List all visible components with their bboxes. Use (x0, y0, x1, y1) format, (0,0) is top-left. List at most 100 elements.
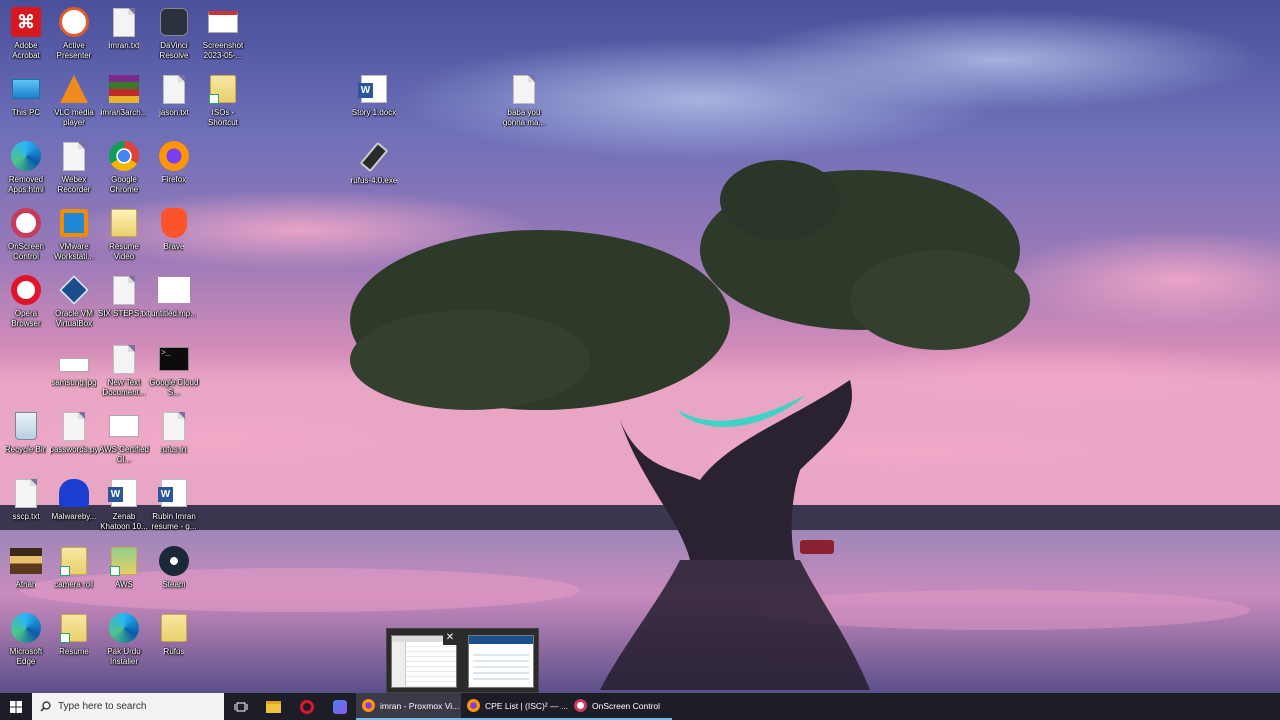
desktop-icon-removed-apps[interactable]: Removed Apps.html (0, 140, 52, 194)
desktop-icon-brave[interactable]: Brave (148, 207, 200, 252)
desktop-icon-rufus-exe[interactable]: rufus-4.0.exe (348, 141, 400, 186)
chrome-icon (108, 140, 140, 172)
firefox-icon (362, 699, 375, 712)
desktop-icon-sscp-txt[interactable]: sscp.txt (0, 477, 52, 522)
davinci-resolve-icon (158, 6, 190, 38)
desktop-icon-aws[interactable]: AWS (98, 545, 150, 590)
desktop-icon-label: Opera Browser (11, 309, 41, 328)
taskbar: Type here to search imran - Proxmox Vi..… (0, 693, 1280, 720)
desktop-icon-rufus-ini[interactable]: rufus.ini (148, 410, 200, 455)
desktop-icon-label: Adobe Acrobat (12, 41, 40, 60)
desktop-icon-vlc[interactable]: VLC media player (48, 73, 100, 127)
opera-taskbar-button[interactable] (290, 693, 323, 720)
desktop-icon-jason-txt[interactable]: jason.txt (148, 73, 200, 118)
desktop-icon-resume-video[interactable]: Resume Video (98, 207, 150, 261)
desktop-icon-opera[interactable]: Opera Browser (0, 274, 52, 328)
recycle-bin-icon (10, 410, 42, 442)
word-doc-icon (108, 477, 140, 509)
this-pc-icon (10, 73, 42, 105)
desktop-icon-rubin-resume[interactable]: Rubin Imran resume - g... (148, 477, 200, 531)
desktop-icon-virtualbox[interactable]: Oracle VM VirtualBox (48, 274, 100, 328)
desktop-icon-isos-shortcut[interactable]: ISOs - Shortcut (197, 73, 249, 127)
desktop-icon-untitled-mp[interactable]: untitled.mp... (148, 274, 200, 319)
desktop-icon-steam[interactable]: Steam (148, 545, 200, 590)
file-explorer-button[interactable] (257, 693, 290, 720)
file-icon (58, 140, 90, 172)
desktop-icon-label: imran3arch... (100, 108, 148, 117)
desktop-icon-label: SIX STEPS.txt (98, 309, 150, 318)
desktop-icon-label: rufus.ini (159, 445, 188, 454)
desktop-icon-onscreen-control[interactable]: OnScreen Control (0, 207, 52, 261)
desktop-icon-label: Rubin Imran resume - g... (151, 512, 197, 531)
desktop-icon-google-cloud[interactable]: >_ Google Cloud S... (148, 343, 200, 397)
desktop-icon-baba-txt[interactable]: baba you gonna ma... (498, 73, 550, 127)
desktop-icon-zenab-khatoon[interactable]: Zenab Khatoon 10... (98, 477, 150, 531)
taskbar-search-box[interactable]: Type here to search (32, 693, 224, 720)
desktop-icon-label: OnScreen Control (7, 242, 45, 261)
desktop-icon-imran-txt[interactable]: imran.txt (98, 6, 150, 51)
desktop-icon-label: Athan (15, 580, 37, 589)
desktop-icon-pak-urdu[interactable]: Pak Urdu Installer (98, 612, 150, 666)
desktop-icon-label: imran.txt (108, 41, 140, 50)
active-presenter-icon (58, 6, 90, 38)
edge-icon (108, 612, 140, 644)
winrar-icon (108, 73, 140, 105)
folder-shortcut-icon (58, 545, 90, 577)
app-icon (332, 699, 347, 714)
desktop-icon-rufus-folder[interactable]: Rufus (148, 612, 200, 657)
desktop-icon-story-docx[interactable]: Story 1.docx (348, 73, 400, 118)
desktop-icon-this-pc[interactable]: This PC (0, 73, 52, 118)
desktop-icon-firefox[interactable]: Firefox (148, 140, 200, 185)
desktop-icon-label: Resume Video (109, 242, 139, 261)
desktop-icon-samsung-jpg[interactable]: samsung.jpg (48, 343, 100, 388)
text-file-icon (108, 6, 140, 38)
desktop-icon-webex-recorder[interactable]: Webex Recorder (48, 140, 100, 194)
desktop-icon-malwarebytes[interactable]: Malwareby... (48, 477, 100, 522)
desktop-icon-label: Oracle VM VirtualBox (55, 309, 93, 328)
desktop-icon-imran3arch[interactable]: imran3arch... (98, 73, 150, 118)
taskbar-task-proxmox[interactable]: imran - Proxmox Vi... (356, 693, 461, 720)
desktop-icon-passwords-py[interactable]: passwords.py (48, 410, 100, 455)
desktop-icon-new-text-document[interactable]: New Text Document... (98, 343, 150, 397)
desktop-icon-vmware[interactable]: VMware Workstati... (48, 207, 100, 261)
desktop-icon-label: rufus-4.0.exe (350, 176, 398, 185)
desktop-icon-screenshot[interactable]: Screenshot 2023-05-... (197, 6, 249, 60)
desktop-icon-davinci-resolve[interactable]: DaVinci Resolve (148, 6, 200, 60)
desktop-icon-active-presenter[interactable]: Active Presenter (48, 6, 100, 60)
task-label: OnScreen Control (592, 700, 661, 711)
desktop-icon-microsoft-edge[interactable]: Microsoft Edge (0, 612, 52, 666)
desktop-icon-camera-roll[interactable]: camera roll (48, 545, 100, 590)
firefox-icon (467, 699, 480, 712)
desktop-icon-label: VLC media player (54, 108, 94, 127)
desktop-icon-label: Firefox (161, 175, 187, 184)
desktop-icon-recycle-bin[interactable]: Recycle Bin (0, 410, 52, 455)
desktop-icon-google-chrome[interactable]: Google Chrome (98, 140, 150, 194)
desktop-icon-adobe-acrobat[interactable]: ⌘ Adobe Acrobat (0, 6, 52, 60)
desktop-icon-athan[interactable]: Athan (0, 545, 52, 590)
desktop-icon-label: Malwareby... (51, 512, 97, 521)
pinned-app-button[interactable] (323, 693, 356, 720)
taskbar-preview-popup: ✕ (386, 628, 539, 693)
desktop-icon-label: DaVinci Resolve (159, 41, 189, 60)
terminal-icon: >_ (158, 343, 190, 375)
desktop-icon-label: AWS (115, 580, 133, 589)
preview-thumbnail-cpe[interactable] (468, 635, 534, 688)
desktop-icon-label: Resume (59, 647, 89, 656)
folder-shortcut-icon (58, 612, 90, 644)
task-view-button[interactable] (224, 693, 257, 720)
desktop-icon-resume[interactable]: Resume (48, 612, 100, 657)
onscreen-control-icon (10, 207, 42, 239)
desktop-icon-six-steps[interactable]: SIX STEPS.txt (98, 274, 150, 319)
start-button[interactable] (0, 693, 32, 720)
desktop-icon-aws-certified[interactable]: AWS Certified Cl... (98, 410, 150, 464)
desktop[interactable]: ⌘ Adobe Acrobat Active Presenter imran.t… (0, 0, 1280, 693)
preview-close-button[interactable]: ✕ (443, 631, 457, 645)
task-label: imran - Proxmox Vi... (380, 700, 460, 711)
close-icon: ✕ (445, 632, 455, 643)
taskbar-task-onscreen-control[interactable]: OnScreen Control (568, 693, 672, 720)
taskbar-task-cpe-list[interactable]: CPE List | (ISC)² — ... (461, 693, 568, 720)
malwarebytes-icon (58, 477, 90, 509)
edge-icon (10, 612, 42, 644)
onscreen-control-icon (574, 699, 587, 712)
desktop-icon-label: This PC (11, 108, 41, 117)
